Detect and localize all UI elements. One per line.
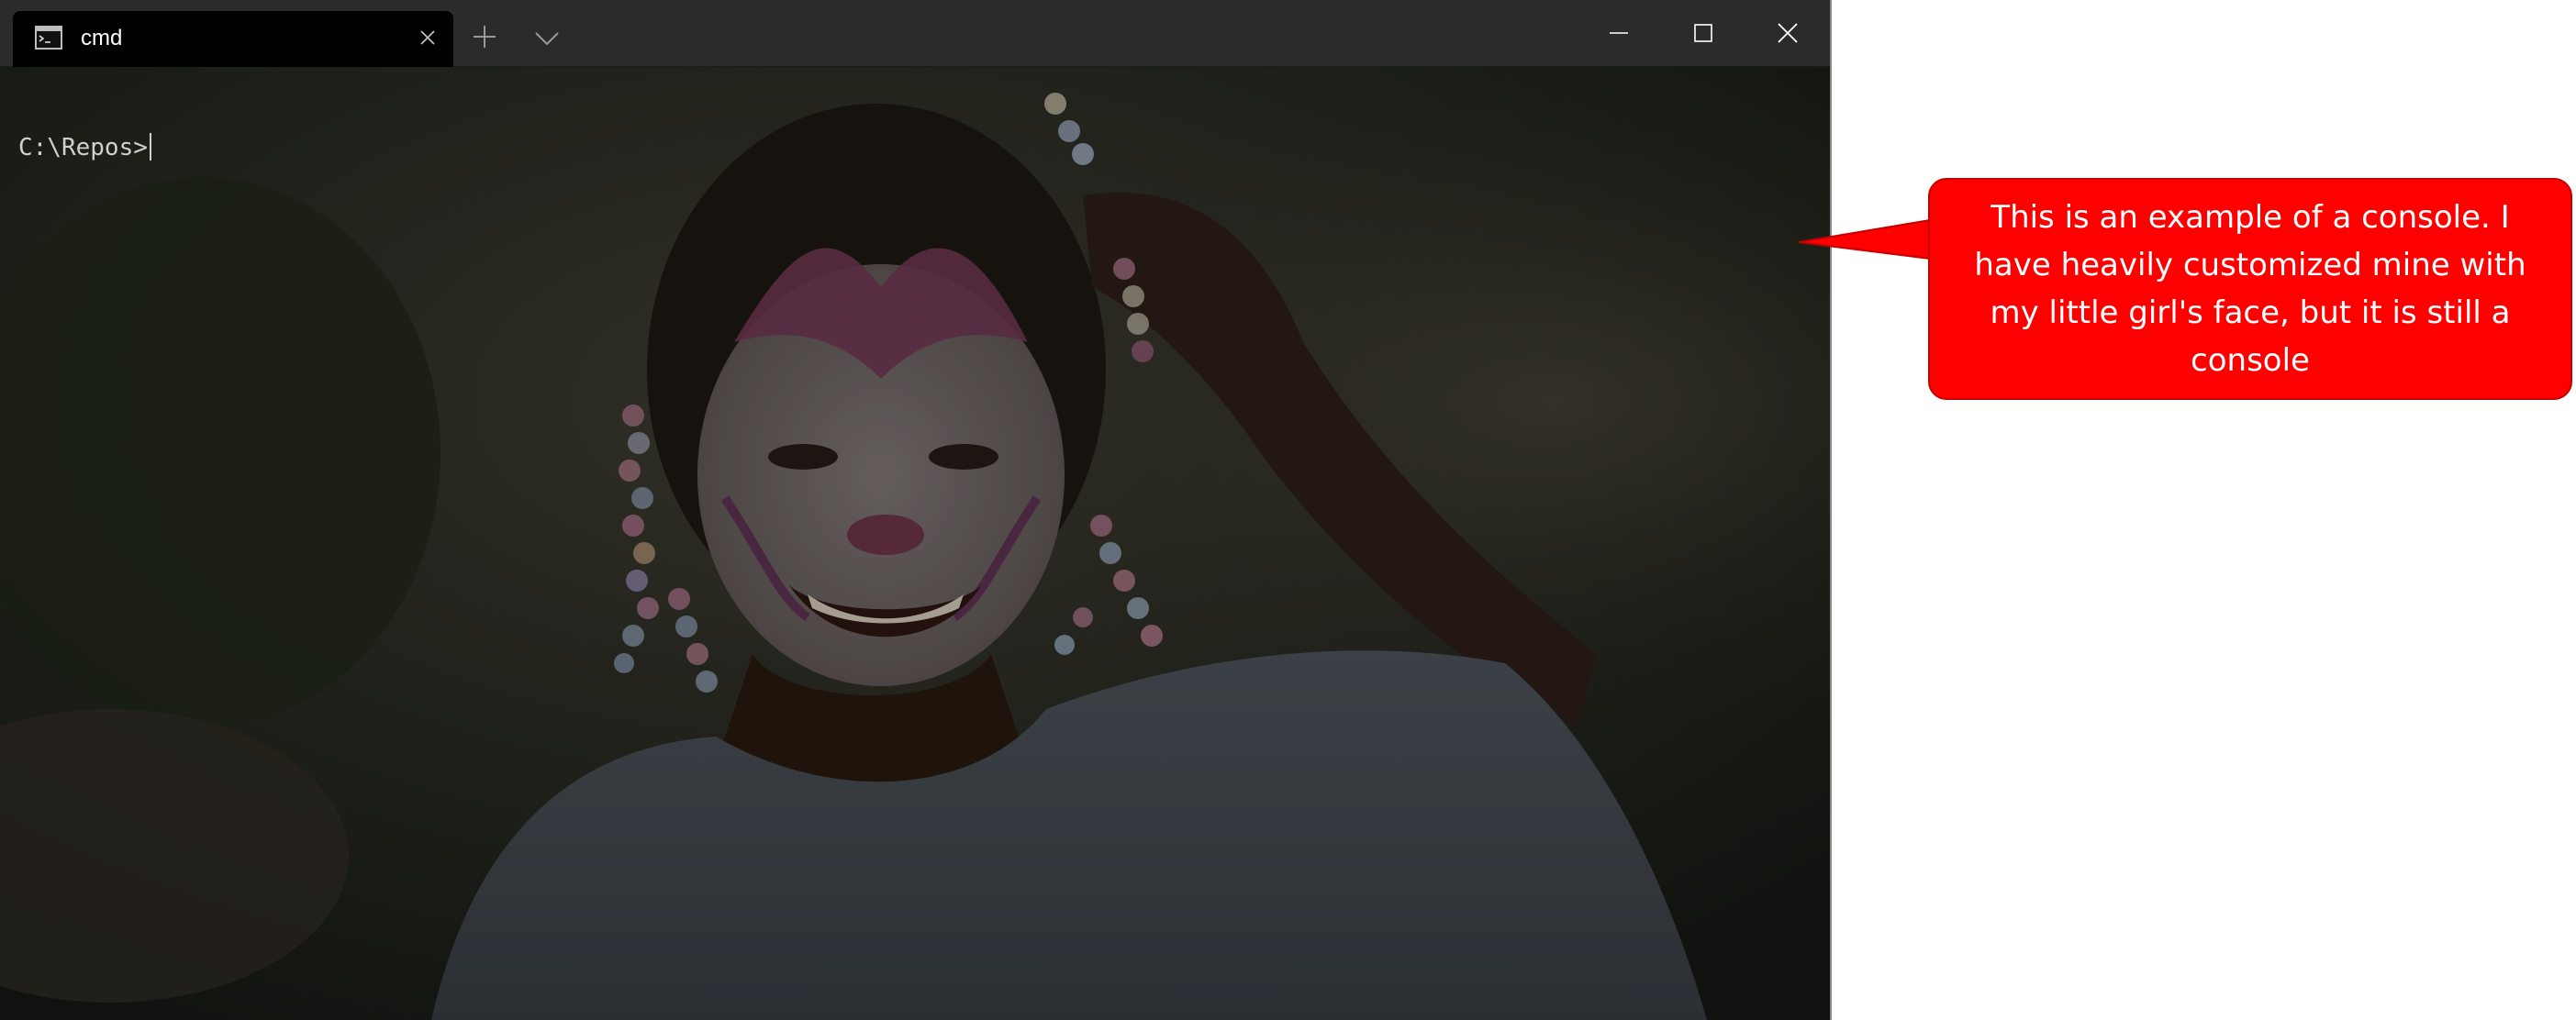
screenshot-page: cmd C:\Repos> This is an example of a co… — [0, 0, 2576, 1020]
text-cursor — [149, 133, 151, 161]
tab-cmd[interactable]: cmd — [13, 11, 453, 67]
callout-text: This is an example of a console. I have … — [1974, 199, 2526, 379]
tab-title: cmd — [81, 26, 123, 50]
plus-icon[interactable] — [468, 20, 501, 53]
terminal-window: cmd C:\Repos> — [0, 0, 1832, 1020]
close-button[interactable] — [1745, 0, 1830, 67]
close-tab-icon[interactable] — [417, 27, 439, 49]
maximize-button[interactable] — [1661, 0, 1745, 67]
background-photo — [0, 67, 1830, 1020]
command-prompt[interactable]: C:\Repos> — [18, 133, 151, 162]
minimize-icon — [1610, 32, 1628, 34]
close-icon — [1778, 23, 1798, 43]
prompt-text: C:\Repos> — [18, 134, 148, 161]
title-bar[interactable]: cmd — [0, 0, 1830, 67]
terminal-body[interactable]: C:\Repos> — [0, 67, 1830, 1020]
cmd-icon — [35, 26, 62, 50]
chevron-down-icon[interactable] — [530, 22, 563, 55]
callout-box: This is an example of a console. I have … — [1928, 178, 2572, 400]
minimize-button[interactable] — [1577, 0, 1661, 67]
maximize-icon — [1694, 24, 1712, 42]
